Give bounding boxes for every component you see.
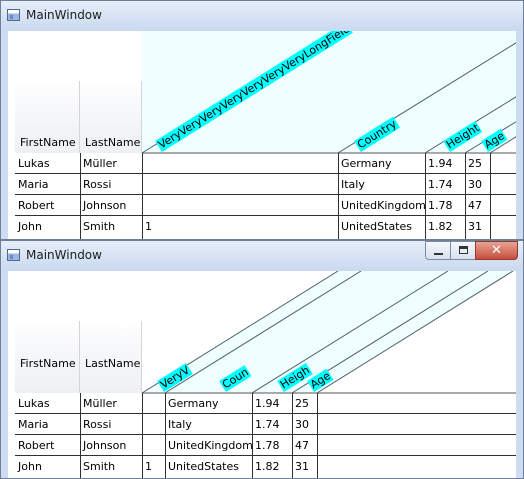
cell-country[interactable]: UnitedStates: [165, 457, 239, 477]
cell-lastname[interactable]: Johnson: [80, 436, 126, 456]
cell-lastname[interactable]: Rossi: [80, 415, 111, 435]
cell-age[interactable]: 31: [292, 457, 309, 477]
minimize-button[interactable]: [425, 241, 451, 260]
cell-lastname[interactable]: Rossi: [80, 175, 111, 195]
title-bar[interactable]: MainWindow ✕: [1, 241, 523, 271]
main-window-top: MainWindow FirstName LastName VeryVeryVe…: [0, 0, 524, 240]
cell-long-field[interactable]: [142, 196, 145, 216]
cell-height[interactable]: 1.78: [425, 196, 453, 216]
cell-age[interactable]: 25: [292, 394, 309, 414]
cell-height[interactable]: 1.74: [425, 175, 453, 195]
cell-long-field[interactable]: 1: [142, 217, 152, 237]
cell-height[interactable]: 1.94: [425, 154, 453, 174]
cell-age[interactable]: 47: [465, 196, 482, 216]
data-grid: FirstName LastName: [8, 271, 516, 478]
cell-firstname[interactable]: John: [15, 457, 42, 477]
cell-age[interactable]: 47: [292, 436, 309, 456]
window-app-icon: [7, 9, 20, 21]
close-button[interactable]: ✕: [475, 241, 518, 260]
cell-firstname[interactable]: John: [15, 217, 42, 237]
cell-height[interactable]: 1.94: [252, 394, 280, 414]
cell-long-field[interactable]: [142, 154, 145, 174]
cell-lastname[interactable]: Müller: [80, 154, 117, 174]
caption-buttons: ✕: [425, 241, 518, 261]
close-icon: ✕: [491, 243, 502, 258]
cell-country[interactable]: UnitedKingdom: [338, 196, 426, 216]
maximize-icon: [459, 246, 468, 254]
cell-firstname[interactable]: Lukas: [15, 394, 50, 414]
cell-long-field[interactable]: 1: [142, 457, 152, 477]
cell-country[interactable]: Italy: [165, 415, 192, 435]
cell-age[interactable]: 31: [465, 217, 482, 237]
cell-long-field[interactable]: [142, 415, 145, 435]
cell-height[interactable]: 1.74: [252, 415, 280, 435]
main-window-bottom: MainWindow ✕ FirstName LastName VeryV Co…: [0, 240, 524, 479]
cell-age[interactable]: 30: [292, 415, 309, 435]
cell-long-field[interactable]: [142, 394, 145, 414]
cell-height[interactable]: 1.78: [252, 436, 280, 456]
cell-firstname[interactable]: Lukas: [15, 154, 50, 174]
cell-country[interactable]: UnitedStates: [338, 217, 412, 237]
maximize-button[interactable]: [450, 241, 476, 260]
cell-lastname[interactable]: Johnson: [80, 196, 126, 216]
cell-lastname[interactable]: Smith: [80, 457, 115, 477]
window-title: MainWindow: [26, 248, 102, 262]
cell-country[interactable]: Italy: [338, 175, 365, 195]
cell-long-field[interactable]: [142, 436, 145, 456]
cell-firstname[interactable]: Robert: [15, 436, 54, 456]
title-bar[interactable]: MainWindow: [1, 1, 523, 31]
cell-height[interactable]: 1.82: [425, 217, 453, 237]
window-app-icon: [7, 249, 20, 261]
cell-firstname[interactable]: Maria: [15, 415, 49, 435]
cell-age[interactable]: 30: [465, 175, 482, 195]
cell-lastname[interactable]: Müller: [80, 394, 117, 414]
cell-age[interactable]: 25: [465, 154, 482, 174]
cell-firstname[interactable]: Robert: [15, 196, 54, 216]
cell-country[interactable]: Germany: [338, 154, 392, 174]
cell-firstname[interactable]: Maria: [15, 175, 49, 195]
cell-long-field[interactable]: [142, 175, 145, 195]
cell-lastname[interactable]: Smith: [80, 217, 115, 237]
cell-height[interactable]: 1.82: [252, 457, 280, 477]
window-title: MainWindow: [26, 8, 102, 22]
cell-country[interactable]: Germany: [165, 394, 219, 414]
cell-country[interactable]: UnitedKingdom: [165, 436, 253, 456]
minimize-icon: [434, 253, 443, 255]
data-grid: FirstName LastName: [8, 31, 516, 239]
